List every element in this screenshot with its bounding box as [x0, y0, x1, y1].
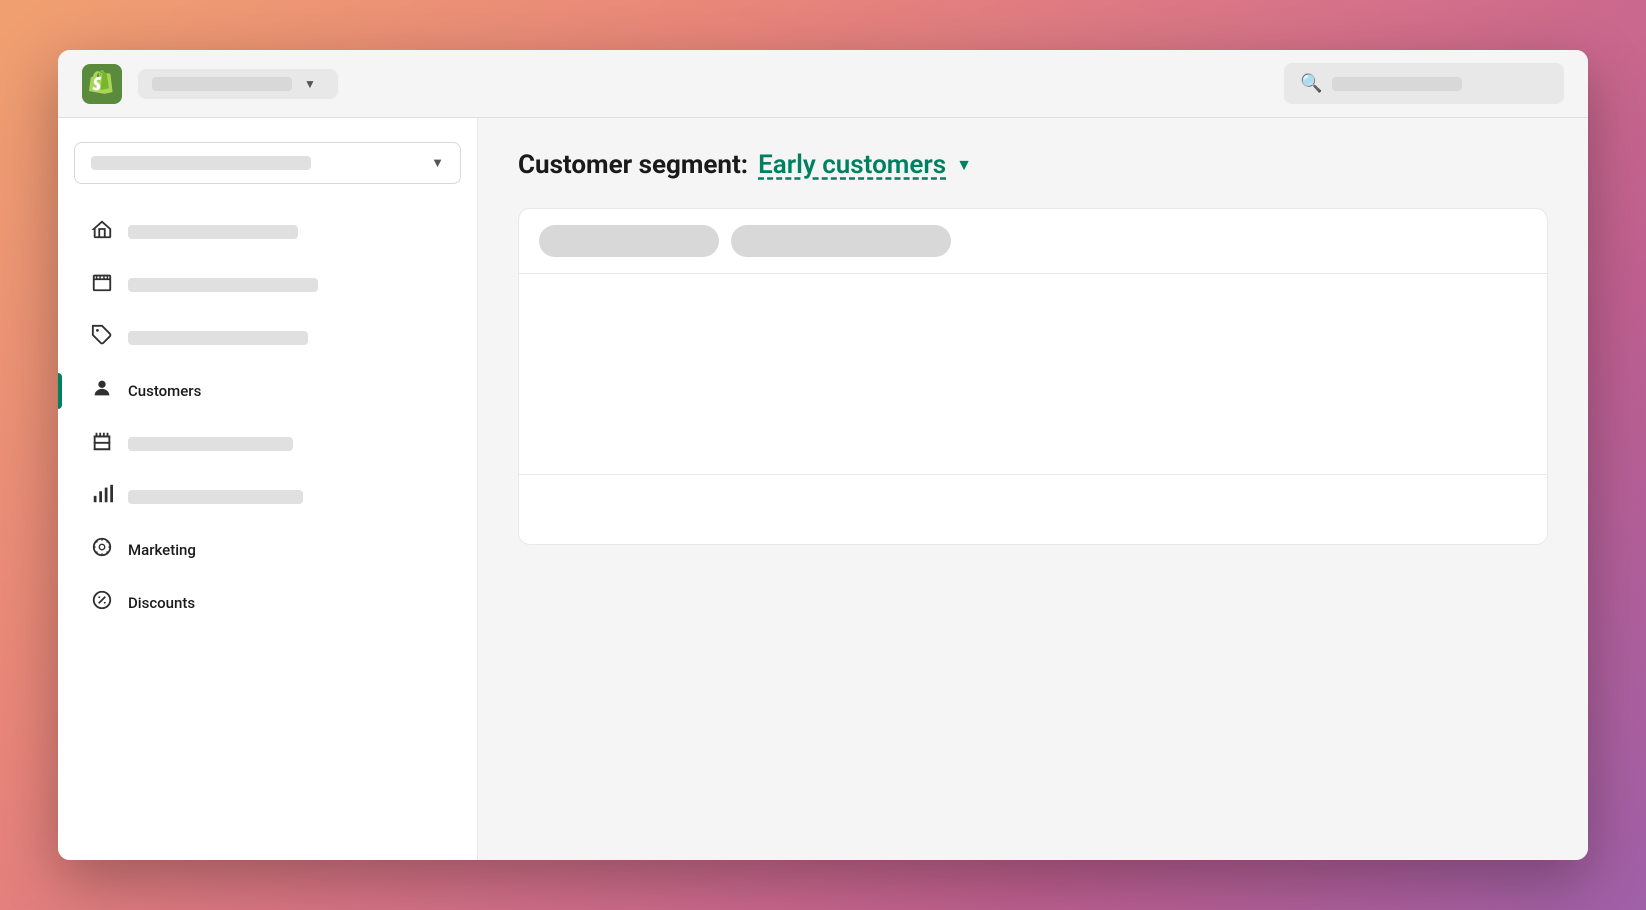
right-panel: Customer segment: Early customers ▼ — [478, 118, 1588, 860]
store-name-placeholder — [152, 77, 292, 91]
card-body — [519, 274, 1547, 474]
sidebar-dropdown-chevron: ▼ — [431, 155, 444, 171]
orders-icon — [90, 271, 114, 298]
customers-icon — [90, 377, 114, 404]
card-footer — [519, 474, 1547, 544]
analytics-label-placeholder — [128, 490, 303, 504]
home-label-placeholder — [128, 225, 298, 239]
search-bar[interactable]: 🔍 — [1284, 63, 1564, 104]
card-tab-row — [519, 209, 1547, 274]
sidebar-item-home[interactable] — [74, 206, 461, 257]
content-card — [518, 208, 1548, 545]
analytics-icon — [90, 483, 114, 510]
store-selector[interactable]: ▼ — [138, 69, 338, 99]
finances-icon — [90, 430, 114, 457]
segment-value[interactable]: Early customers — [758, 150, 946, 180]
sidebar-item-orders[interactable] — [74, 259, 461, 310]
sidebar-item-customers[interactable]: Customers — [74, 365, 461, 416]
main-content: ▼ — [58, 118, 1588, 860]
products-icon — [90, 324, 114, 351]
browser-window: ▼ 🔍 ▼ — [58, 50, 1588, 860]
sidebar-dropdown[interactable]: ▼ — [74, 142, 461, 184]
search-icon: 🔍 — [1300, 73, 1322, 94]
store-selector-chevron: ▼ — [304, 77, 316, 91]
marketing-label: Marketing — [128, 541, 196, 559]
segment-title: Customer segment: — [518, 150, 748, 180]
home-icon — [90, 218, 114, 245]
sidebar-nav: Customers — [74, 206, 461, 628]
orders-label-placeholder — [128, 278, 318, 292]
sidebar-dropdown-placeholder — [91, 156, 311, 170]
sidebar-item-finances[interactable] — [74, 418, 461, 469]
sidebar-item-discounts[interactable]: Discounts — [74, 577, 461, 628]
marketing-icon — [90, 536, 114, 563]
card-tab-2[interactable] — [731, 225, 951, 257]
card-tab-1[interactable] — [539, 225, 719, 257]
finances-label-placeholder — [128, 437, 293, 451]
discounts-label: Discounts — [128, 594, 195, 612]
products-label-placeholder — [128, 331, 308, 345]
search-input-placeholder — [1332, 77, 1462, 91]
shopify-logo — [82, 64, 122, 104]
segment-dropdown-chevron[interactable]: ▼ — [956, 155, 972, 175]
top-bar: ▼ 🔍 — [58, 50, 1588, 118]
segment-header: Customer segment: Early customers ▼ — [518, 150, 1548, 180]
discounts-icon — [90, 589, 114, 616]
sidebar: ▼ — [58, 118, 478, 860]
customers-label: Customers — [128, 382, 201, 400]
sidebar-item-marketing[interactable]: Marketing — [74, 524, 461, 575]
sidebar-item-products[interactable] — [74, 312, 461, 363]
sidebar-item-analytics[interactable] — [74, 471, 461, 522]
